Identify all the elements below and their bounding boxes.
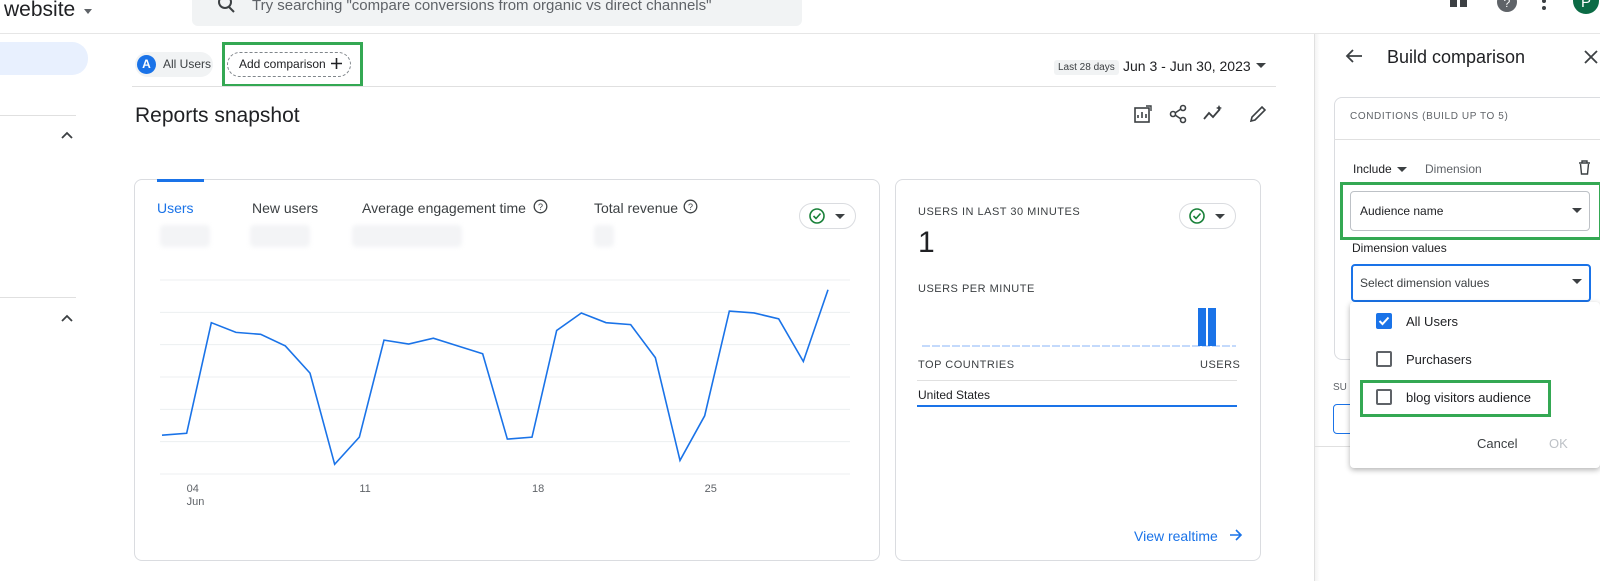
search-placeholder: Try searching "compare conversions from … xyxy=(252,0,712,14)
cancel-button[interactable]: Cancel xyxy=(1477,436,1517,451)
x-tick-label: 04 xyxy=(187,483,199,495)
search-icon xyxy=(218,0,236,14)
blurred-metric-value xyxy=(160,225,210,247)
dimension-values-caret-icon[interactable] xyxy=(1572,279,1582,285)
realtime-quality-dropdown[interactable] xyxy=(1179,203,1236,229)
svg-text:?: ? xyxy=(688,202,693,212)
tab-new-users[interactable]: New users xyxy=(252,200,318,216)
close-icon[interactable] xyxy=(1584,50,1598,64)
country-row-label: United States xyxy=(918,388,991,402)
option-label-purchasers[interactable]: Purchasers xyxy=(1406,352,1472,367)
blurred-metric-value xyxy=(352,225,462,247)
more-vert-icon[interactable] xyxy=(1541,0,1547,14)
x-tick-label: 11 xyxy=(359,483,370,495)
view-realtime-link[interactable]: View realtime xyxy=(1134,528,1218,544)
help-circle-icon[interactable]: ? xyxy=(533,199,548,214)
nav-divider xyxy=(0,297,76,298)
dimension-values-placeholder: Select dimension values xyxy=(1360,276,1490,290)
all-users-chip-label: All Users xyxy=(163,57,212,71)
include-caret-icon[interactable] xyxy=(1397,167,1407,173)
option-checkbox-all-users[interactable] xyxy=(1376,313,1392,329)
delete-icon[interactable] xyxy=(1578,160,1591,175)
top-countries-heading: TOP COUNTRIES xyxy=(918,359,1015,371)
users-line-chart: 04Jun 11 18 25 xyxy=(160,279,850,508)
data-quality-dropdown[interactable] xyxy=(799,203,856,229)
realtime-users-value: 1 xyxy=(918,226,935,259)
help-circle-icon[interactable]: ? xyxy=(683,199,698,214)
blurred-metric-value xyxy=(250,225,310,247)
svg-text:?: ? xyxy=(538,202,543,212)
property-name[interactable]: website xyxy=(4,0,75,22)
all-users-chip-initial: A xyxy=(137,55,156,74)
arrow-right-icon[interactable] xyxy=(1229,528,1243,542)
option-label-all-users[interactable]: All Users xyxy=(1406,314,1458,329)
edit-icon[interactable] xyxy=(1248,104,1268,124)
users-column-heading: USERS xyxy=(1200,359,1241,371)
insights-icon[interactable] xyxy=(1202,104,1224,124)
blurred-metric-value xyxy=(594,225,614,247)
conditions-divider xyxy=(1334,139,1600,140)
section-label: SU xyxy=(1333,382,1347,393)
x-tick-label: 18 xyxy=(532,483,544,495)
nav-item-selected[interactable] xyxy=(0,42,88,75)
tab-total-revenue[interactable]: Total revenue xyxy=(594,200,678,216)
customize-report-icon[interactable] xyxy=(1133,104,1153,124)
date-range-badge: Last 28 days xyxy=(1054,60,1119,75)
dimension-select-value: Audience name xyxy=(1360,204,1444,218)
help-icon[interactable]: ? xyxy=(1497,0,1517,13)
tab-users[interactable]: Users xyxy=(157,200,194,216)
conditions-heading: CONDITIONS (BUILD UP TO 5) xyxy=(1350,111,1509,122)
dimension-values-label: Dimension values xyxy=(1352,241,1447,255)
chevron-up-icon[interactable] xyxy=(61,314,73,322)
active-tab-indicator xyxy=(157,179,204,182)
table-divider xyxy=(917,380,1237,381)
include-selector[interactable]: Include xyxy=(1353,162,1392,176)
page-title: Reports snapshot xyxy=(135,104,300,127)
chevron-up-icon[interactable] xyxy=(61,131,73,139)
property-caret-icon[interactable] xyxy=(83,9,93,15)
option-checkbox-blog-visitors[interactable] xyxy=(1376,389,1392,405)
country-bar xyxy=(917,405,1237,407)
ok-button[interactable]: OK xyxy=(1549,436,1568,451)
date-range-caret-icon[interactable] xyxy=(1256,63,1266,69)
share-icon[interactable] xyxy=(1168,104,1188,124)
header-divider xyxy=(132,86,1276,87)
panel-divider xyxy=(1314,34,1315,581)
x-tick-sublabel: Jun xyxy=(187,496,205,508)
add-comparison-label: Add comparison xyxy=(239,57,326,71)
x-tick-label: 25 xyxy=(705,483,717,495)
option-label-blog-visitors[interactable]: blog visitors audience xyxy=(1406,390,1531,405)
realtime-users-heading: USERS IN LAST 30 MINUTES xyxy=(918,206,1081,218)
svg-text:?: ? xyxy=(1504,0,1511,10)
nav-divider xyxy=(0,115,76,116)
option-checkbox-purchasers[interactable] xyxy=(1376,351,1392,367)
dimension-label: Dimension xyxy=(1425,162,1482,176)
plus-icon xyxy=(330,57,343,70)
users-per-minute-bars xyxy=(922,308,1236,347)
back-arrow-icon[interactable] xyxy=(1345,48,1363,64)
tab-average-engagement-time[interactable]: Average engagement time xyxy=(362,200,526,216)
panel-title: Build comparison xyxy=(1387,47,1526,67)
apps-grid-icon[interactable] xyxy=(1450,0,1468,12)
date-range-selector[interactable]: Jun 3 - Jun 30, 2023 xyxy=(1123,58,1251,74)
users-per-minute-heading: USERS PER MINUTE xyxy=(918,283,1035,295)
dimension-caret-icon[interactable] xyxy=(1572,208,1582,214)
